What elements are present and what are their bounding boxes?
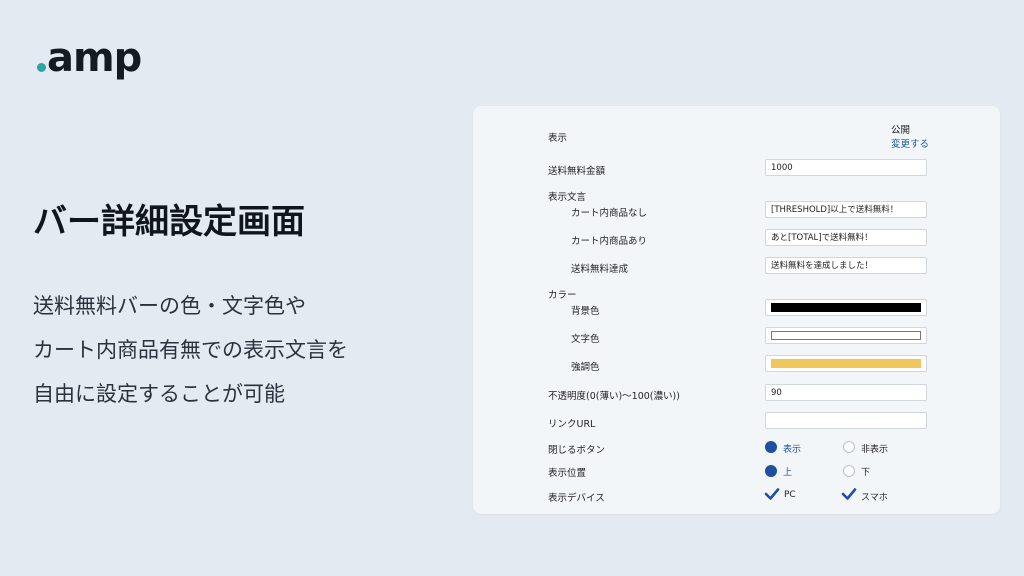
with-items-label: カート内商品あり [571,236,648,247]
no-items-label: カート内商品なし [571,208,648,219]
position-bottom-label: 下 [861,468,871,478]
position-label: 表示位置 [548,468,587,479]
highlight-color-swatch [771,359,921,368]
background-color-picker[interactable] [765,299,927,316]
close-button-show-radio[interactable] [765,441,777,453]
link-url-input[interactable] [765,412,927,429]
display-text-label: 表示文言 [548,192,587,203]
opacity-label: 不透明度(0(薄い)〜100(濃い)) [548,391,680,402]
devices-label: 表示デバイス [548,493,605,504]
slide-title: バー詳細設定画面 [33,202,305,242]
amp-logo: amp [37,35,142,81]
close-button-label: 閉じるボタン [548,445,606,456]
position-top-radio[interactable] [765,465,777,477]
color-label: カラー [548,290,577,301]
highlight-color-label: 強調色 [571,362,600,373]
free-shipping-amount-input[interactable]: 1000 [765,159,927,176]
change-status-link[interactable]: 変更する [891,136,929,150]
text-color-label: 文字色 [571,334,600,345]
no-items-text-input[interactable]: [THRESHOLD]以上で送料無料！ [765,201,927,218]
smartphone-device-label: スマホ [861,493,888,503]
link-url-label: リンクURL [548,419,596,430]
logo-dot-icon [37,62,46,72]
pc-device-label: PC [784,490,796,500]
text-color-swatch [771,331,921,340]
pc-checkbox-check-icon[interactable] [764,487,780,501]
publish-status: 公開 [891,125,911,136]
opacity-input[interactable]: 90 [765,384,927,401]
close-button-hide-radio[interactable] [843,441,855,453]
position-bottom-radio[interactable] [843,465,855,477]
background-color-label: 背景色 [571,306,600,317]
logo-text: amp [47,35,142,81]
description-line: カート内商品有無での表示文言を [33,338,348,362]
text-color-picker[interactable] [765,327,927,344]
achieved-label: 送料無料達成 [571,264,629,275]
free-shipping-amount-label: 送料無料金額 [548,166,606,177]
achieved-text-input[interactable]: 送料無料を達成しました！ [765,257,927,274]
background-color-swatch [771,303,921,312]
slide-description: 送料無料バーの色・文字色や カート内商品有無での表示文言を 自由に設定することが… [33,288,348,420]
description-line: 自由に設定することが可能 [33,382,285,406]
close-button-hide-label: 非表示 [861,445,889,455]
position-top-label: 上 [783,468,793,478]
display-label: 表示 [548,133,568,144]
bar-settings-panel: 表示 公開 変更する 送料無料金額 1000 表示文言 カート内商品なし [TH… [473,106,1000,514]
highlight-color-picker[interactable] [765,355,927,372]
description-line: 送料無料バーの色・文字色や [33,294,306,318]
with-items-text-input[interactable]: あと[TOTAL]で送料無料！ [765,229,927,246]
smartphone-checkbox-check-icon[interactable] [841,487,857,501]
close-button-show-label: 表示 [783,445,802,455]
